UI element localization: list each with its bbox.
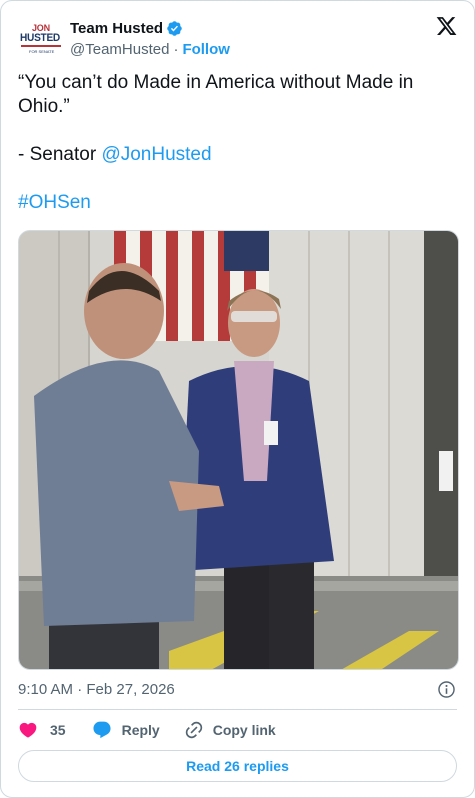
reply-button[interactable]: Reply	[92, 720, 160, 740]
info-icon[interactable]	[437, 680, 456, 699]
attribution-line: - Senator @JonHusted	[18, 143, 458, 167]
avatar[interactable]: JON HUSTED FOR SENATE	[18, 14, 64, 60]
quote-line-1: “You can’t do Made in America without Ma…	[18, 72, 414, 93]
hashtag-line: #OHSen	[18, 191, 458, 215]
account-handle[interactable]: @TeamHusted	[70, 41, 169, 58]
separator-dot: ·	[173, 40, 179, 58]
divider	[18, 709, 457, 710]
copy-link-label: Copy link	[212, 722, 276, 738]
verified-badge-icon	[167, 20, 182, 36]
timestamp[interactable]: 9:10 AM · Feb 27, 2026	[18, 681, 175, 698]
tweet-text: “You can’t do Made in America without Ma…	[18, 71, 458, 215]
avatar-stripe	[21, 45, 61, 47]
quote-line-2: Ohio.”	[18, 96, 70, 117]
mention-link[interactable]: @JonHusted	[101, 144, 211, 165]
name-row: Team Husted	[70, 18, 183, 38]
attribution-prefix: - Senator	[18, 144, 102, 165]
tweet-header: JON HUSTED FOR SENATE Team Husted @TeamH…	[18, 14, 458, 62]
photo-illustration	[19, 231, 458, 669]
heart-icon	[19, 722, 37, 738]
tweet-card: JON HUSTED FOR SENATE Team Husted @TeamH…	[0, 0, 475, 798]
x-logo-icon[interactable]	[435, 15, 458, 37]
action-bar: 35 Reply Copy link	[18, 719, 276, 741]
likes-count: 35	[50, 722, 66, 738]
handle-row: @TeamHusted · Follow	[70, 40, 230, 58]
avatar-lettering-2: HUSTED	[20, 32, 60, 44]
hashtag-link[interactable]: #OHSen	[18, 192, 91, 213]
avatar-lettering-3: FOR SENATE	[29, 49, 55, 54]
display-name[interactable]: Team Husted	[70, 20, 163, 37]
link-icon	[185, 721, 202, 739]
copy-link-button[interactable]: Copy link	[184, 720, 276, 740]
reply-bubble-icon	[93, 721, 111, 739]
like-button[interactable]: 35	[18, 720, 66, 740]
reply-label: Reply	[121, 722, 160, 738]
read-replies-button[interactable]: Read 26 replies	[18, 750, 457, 782]
tweet-photo[interactable]	[18, 230, 459, 670]
follow-button[interactable]: Follow	[182, 41, 230, 58]
